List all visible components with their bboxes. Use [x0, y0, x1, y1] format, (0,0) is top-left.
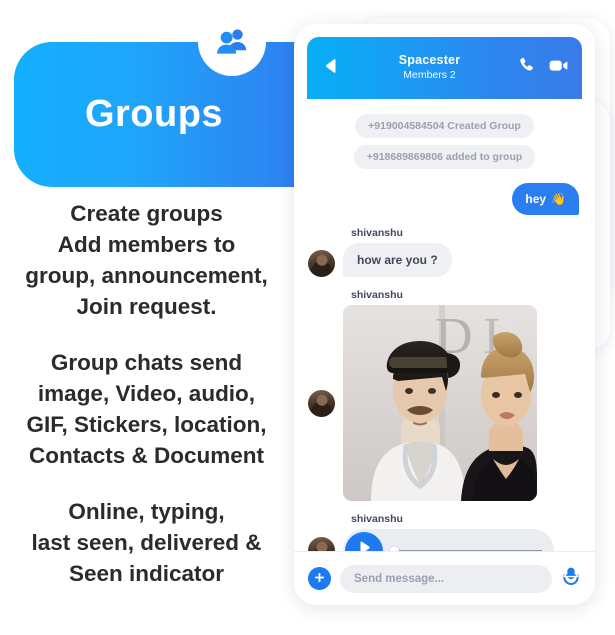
promo-paragraph-2: Group chats send image, Video, audio, GI…	[26, 350, 267, 468]
incoming-image-row: D I b	[308, 305, 581, 501]
promo-description: Create groups Add members to group, anno…	[0, 198, 293, 589]
sender-name: shivanshu	[351, 289, 403, 301]
message-row-outgoing: hey 👋	[308, 183, 581, 215]
play-icon	[357, 541, 371, 551]
voice-record-button[interactable]	[561, 566, 581, 592]
promo-paragraph-3: Online, typing, last seen, delivered & S…	[31, 499, 262, 586]
audio-message-bubble[interactable]	[343, 529, 554, 551]
outgoing-message-text: hey	[525, 192, 547, 206]
message-row-incoming-audio: shivanshu	[308, 513, 581, 551]
group-people-icon	[215, 28, 249, 56]
incoming-audio-row	[308, 529, 581, 551]
sender-name: shivanshu	[351, 227, 403, 239]
incoming-bubble-row: how are you ?	[308, 243, 581, 277]
avatar[interactable]	[308, 389, 335, 417]
system-message-row: +919004584504 Created Group	[308, 114, 581, 138]
screen-root: Groups Create groups Add members to grou…	[0, 0, 615, 635]
outgoing-message-bubble[interactable]: hey 👋	[512, 183, 579, 215]
microphone-icon	[561, 566, 581, 592]
system-message: +919004584504 Created Group	[355, 114, 534, 138]
sender-name: shivanshu	[351, 513, 403, 525]
back-arrow-icon	[325, 58, 337, 78]
promo-paragraph-1: Create groups Add members to group, anno…	[25, 201, 268, 319]
video-camera-icon[interactable]	[549, 58, 568, 78]
avatar[interactable]	[308, 537, 335, 551]
attach-button[interactable]	[308, 567, 331, 590]
system-message: +918689869806 added to group	[353, 145, 536, 169]
system-message-row: +918689869806 added to group	[308, 145, 581, 169]
image-message-thumbnail[interactable]: D I b	[343, 305, 537, 501]
back-button[interactable]	[321, 58, 341, 78]
play-button[interactable]	[345, 531, 383, 551]
chat-title: Spacester	[398, 52, 461, 67]
wave-hand-emoji: 👋	[551, 192, 566, 206]
send-message-input[interactable]	[340, 564, 552, 593]
message-row-incoming-text: shivanshu how are you ?	[308, 227, 581, 277]
audio-progress-track[interactable]	[390, 546, 542, 551]
incoming-message-bubble[interactable]: how are you ?	[343, 243, 452, 277]
audio-progress-knob[interactable]	[390, 546, 399, 551]
chat-header-actions	[518, 57, 568, 79]
message-composer	[294, 551, 595, 605]
chat-message-list[interactable]: +919004584504 Created Group +91868986980…	[294, 99, 595, 551]
chat-member-count: Members 2	[403, 69, 456, 82]
chat-header: Spacester Members 2	[307, 37, 582, 99]
phone-icon[interactable]	[518, 57, 535, 79]
header-curve-divider	[307, 99, 582, 113]
chat-title-block: Spacester Members 2	[341, 53, 518, 83]
message-row-incoming-image: shivanshu D I	[308, 289, 581, 501]
plus-icon	[314, 570, 325, 588]
group-people-icon-badge	[198, 8, 266, 76]
avatar[interactable]	[308, 250, 335, 277]
chat-phone-card: Spacester Members 2 +919004584504 Create…	[294, 24, 595, 605]
